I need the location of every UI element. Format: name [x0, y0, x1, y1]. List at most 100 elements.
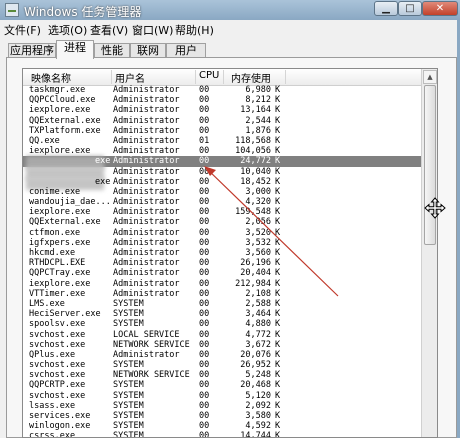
process-name: iexplore.exe [29, 146, 91, 157]
process-row[interactable]: QQPCRTP.exe SYSTEM 00 20,468 K [23, 380, 421, 390]
title-bar[interactable]: Windows 任务管理器 ▁ □ ✕ [0, 0, 460, 20]
column-divider[interactable] [195, 70, 196, 84]
process-row[interactable]: svchost.exe LOCAL SERVICE 00 4,772 K [23, 330, 421, 340]
process-memory: 3,560 [245, 248, 271, 258]
menu-window[interactable]: 窗口(W) [132, 22, 173, 38]
tab-networking[interactable]: 联网 [130, 43, 166, 58]
process-memory-unit: K [275, 115, 281, 126]
process-cpu: 00 [199, 258, 210, 269]
vertical-scrollbar[interactable]: ▲ [421, 69, 437, 437]
process-user: Administrator [113, 176, 180, 187]
process-user: Administrator [113, 268, 180, 279]
process-cpu: 00 [199, 85, 210, 95]
process-memory: 2,544 [245, 115, 271, 126]
process-list[interactable]: 映像名称 用户名 CPU 内存使用 taskmgr.exe Administrat… [22, 68, 438, 438]
process-memory-unit: K [275, 349, 281, 360]
close-button[interactable]: ✕ [422, 1, 458, 16]
column-divider[interactable] [111, 70, 112, 84]
process-row[interactable]: QQPCCloud.exe Administrator 00 8,212 K [23, 95, 421, 105]
process-row[interactable]: exe Administrator 00 18,452 K [23, 176, 421, 190]
column-image-name[interactable]: 映像名称 [31, 70, 71, 85]
process-row[interactable]: services.exe SYSTEM 00 3,580 K [23, 411, 421, 421]
process-memory: 2,056 [245, 217, 271, 228]
process-memory: 24,772 [240, 156, 271, 167]
process-user: SYSTEM [113, 309, 144, 320]
process-row[interactable]: winlogon.exe SYSTEM 00 4,592 K [23, 421, 421, 431]
process-row[interactable]: spoolsv.exe SYSTEM 00 4,880 K [23, 319, 421, 329]
process-row[interactable]: svchost.exe NETWORK SERVICE 00 3,672 K [23, 340, 421, 350]
process-row[interactable]: QQPCTray.exe Administrator 00 20,404 K [23, 268, 421, 278]
process-memory: 14,744 [240, 431, 271, 438]
process-memory-unit: K [275, 339, 281, 350]
process-user: Administrator [113, 166, 180, 177]
process-row[interactable]: wandoujia_dae... Administrator 00 4,320 K [23, 197, 421, 207]
scroll-thumb[interactable] [424, 85, 436, 245]
menu-options[interactable]: 选项(O) [48, 22, 87, 38]
process-row[interactable]: iexplore.exe Administrator 00 212,984 K [23, 279, 421, 289]
process-row[interactable]: TXPlatform.exe Administrator 00 1,876 K [23, 126, 421, 136]
menu-file[interactable]: 文件(F) [4, 22, 41, 38]
menu-help[interactable]: 帮助(H) [175, 22, 214, 38]
process-cpu: 00 [199, 360, 210, 371]
column-user-name[interactable]: 用户名 [115, 70, 145, 85]
process-memory-unit: K [275, 207, 281, 218]
tab-performance[interactable]: 性能 [94, 43, 130, 58]
tab-users[interactable]: 用户 [166, 43, 206, 58]
scroll-up-arrow-icon[interactable]: ▲ [423, 70, 437, 84]
minimize-button[interactable]: ▁ [374, 1, 398, 16]
process-row[interactable]: VTTimer.exe Administrator 00 2,108 K [23, 289, 421, 299]
process-row[interactable]: LMS.exe SYSTEM 00 2,588 K [23, 299, 421, 309]
process-memory-unit: K [275, 186, 281, 197]
process-cpu: 00 [199, 421, 210, 432]
column-divider[interactable] [285, 70, 286, 84]
process-cpu: 00 [199, 380, 210, 391]
process-cpu: 00 [199, 197, 210, 208]
process-memory: 20,076 [240, 349, 271, 360]
process-name: svchost.exe [29, 360, 86, 371]
process-row[interactable]: ctfmon.exe Administrator 00 3,520 K [23, 228, 421, 238]
process-row[interactable]: iexplore.exe Administrator 00 13,164 K [23, 105, 421, 115]
menu-view[interactable]: 查看(V) [90, 22, 128, 38]
process-cpu: 00 [199, 431, 210, 438]
process-row[interactable]: QQ.exe Administrator 01 118,568 K [23, 136, 421, 146]
process-row[interactable]: hkcmd.exe Administrator 00 3,560 K [23, 248, 421, 258]
process-memory-unit: K [275, 329, 281, 340]
process-user: Administrator [113, 146, 180, 157]
process-user: Administrator [113, 217, 180, 228]
process-row[interactable]: QPlus.exe Administrator 00 20,076 K [23, 350, 421, 360]
process-name: QQ.exe [29, 135, 60, 146]
maximize-button[interactable]: □ [398, 1, 422, 16]
process-row[interactable]: RTHDCPL.EXE Administrator 00 26,196 K [23, 258, 421, 268]
process-row[interactable]: HeciServer.exe SYSTEM 00 3,464 K [23, 309, 421, 319]
process-name: iexplore.exe [29, 105, 91, 116]
process-memory: 2,588 [245, 298, 271, 309]
process-row[interactable]: igfxpers.exe Administrator 00 3,532 K [23, 238, 421, 248]
process-name: ctfmon.exe [29, 227, 81, 238]
process-cpu: 00 [199, 319, 210, 330]
process-row[interactable]: svchost.exe NETWORK SERVICE 00 5,248 K [23, 370, 421, 380]
process-row[interactable]: QQExternal.exe Administrator 00 2,056 K [23, 217, 421, 227]
process-row[interactable]: iexplore.exe Administrator 00 104,056 K [23, 146, 421, 156]
process-row[interactable]: csrss.exe SYSTEM 00 14,744 K [23, 431, 421, 438]
process-cpu: 00 [199, 298, 210, 309]
process-row[interactable]: iexplore.exe Administrator 00 159,548 K [23, 207, 421, 217]
process-row[interactable]: svchost.exe SYSTEM 00 26,952 K [23, 360, 421, 370]
column-cpu[interactable]: CPU [199, 70, 219, 81]
process-row-selected[interactable]: exe Administrator 00 24,772 K [23, 156, 421, 170]
process-memory-unit: K [275, 288, 281, 299]
process-row[interactable]: lsass.exe SYSTEM 00 2,092 K [23, 401, 421, 411]
process-memory: 3,580 [245, 411, 271, 421]
column-memory[interactable]: 内存使用 [231, 70, 271, 85]
tab-applications[interactable]: 应用程序 [8, 43, 56, 58]
tab-processes[interactable]: 进程 [56, 40, 94, 59]
process-cpu: 00 [199, 115, 210, 126]
process-row[interactable]: taskmgr.exe Administrator 00 6,980 K [23, 85, 421, 95]
process-name: lsass.exe [29, 400, 76, 411]
process-row[interactable]: QQExternal.exe Administrator 00 2,544 K [23, 116, 421, 126]
column-divider[interactable] [223, 70, 224, 84]
process-memory: 4,772 [245, 329, 271, 340]
process-row[interactable]: Administrator 00 10,040 K [23, 166, 421, 180]
process-cpu: 00 [199, 411, 210, 421]
process-row[interactable]: conime.exe Administrator 00 3,000 K [23, 187, 421, 197]
process-row[interactable]: svchost.exe SYSTEM 00 5,120 K [23, 391, 421, 401]
